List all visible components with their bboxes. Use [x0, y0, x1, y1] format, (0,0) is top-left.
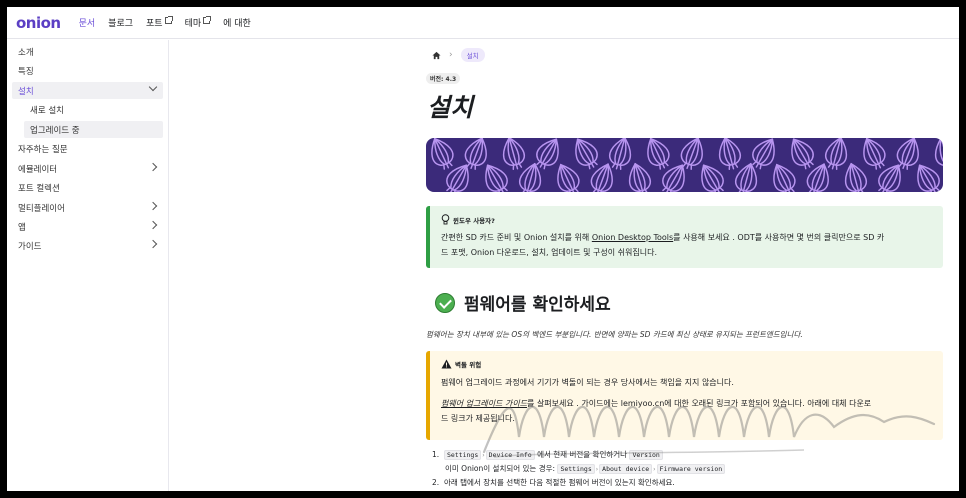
onion-pattern-image	[431, 138, 943, 192]
warning-heading: 벽돌 위험	[441, 359, 481, 369]
page-title: 설치	[427, 93, 474, 122]
firmware-upgrade-guide-link[interactable]: 펌웨어 업그레이드 가이드	[441, 399, 527, 408]
version-badge: 버전: 4.3	[426, 73, 461, 84]
onion-pattern-banner	[426, 138, 943, 192]
onion-icon	[431, 138, 454, 170]
nav-link-docs[interactable]: 문서	[79, 16, 96, 29]
warning-admonition: 벽돌 위험 펌웨어 업그레이드 과정에서 기기가 벽돌이 되는 경우 당사에서는…	[426, 351, 943, 440]
nav-link-themes[interactable]: 테마	[185, 16, 212, 29]
onion-icon	[917, 164, 940, 192]
onion-icon	[557, 163, 580, 192]
onion-icon	[791, 138, 814, 170]
sidebar-item-faq[interactable]: 자주하는 질문	[12, 140, 163, 157]
tip-admonition: 윈도우 사용자? 간편한 SD 카드 준비 및 Onion 설치를 위해 Oni…	[426, 206, 943, 268]
onion-icon	[502, 138, 526, 171]
section-heading: 펌웨어를 확인하세요	[435, 290, 611, 315]
onion-icon	[608, 138, 632, 171]
chevron-right-icon[interactable]	[148, 162, 158, 172]
sidebar-item-installation[interactable]: 설치	[12, 82, 163, 99]
chevron-right-icon[interactable]	[148, 201, 158, 211]
sidebar: 소개 특징 설치 새로 설치 업그레이드 중 자주하는 질문 에뮬레이터 포트 …	[7, 40, 169, 491]
steps-list: 1. Settings › Device Info 에서 현재 버전을 확인하거나 …	[432, 448, 942, 489]
breadcrumb-current: 설치	[460, 48, 485, 62]
tip-heading: 윈도우 사용자?	[441, 214, 495, 225]
check-mark-icon	[435, 292, 455, 313]
onion-icon	[575, 138, 598, 170]
sidebar-item-intro[interactable]: 소개	[12, 43, 163, 60]
breadcrumb: › 설치	[426, 48, 485, 62]
chevron-down-icon[interactable]	[148, 82, 158, 92]
onion-icon	[844, 162, 868, 192]
lightbulb-icon	[441, 214, 450, 225]
onion-icon	[701, 164, 724, 192]
onion-icon	[647, 138, 670, 170]
nav-link-blog[interactable]: 블로그	[108, 16, 133, 29]
site-logo[interactable]: onion	[16, 14, 61, 32]
list-item: 1. Settings › Device Info 에서 현재 버전을 확인하거나 …	[432, 448, 942, 462]
breadcrumb-separator: ›	[449, 50, 453, 60]
sidebar-item-ports[interactable]: 포트 컬렉션	[12, 179, 163, 196]
onion-desktop-tools-link[interactable]: Onion Desktop Tools	[592, 233, 673, 242]
sidebar-item-multiplayer[interactable]: 멀티플레이어	[12, 199, 163, 216]
list-item-continuation: 이미 Onion이 설치되어 있는 경우: Settings › About dev…	[432, 462, 942, 476]
chevron-right-icon[interactable]	[148, 220, 158, 230]
sidebar-item-guides[interactable]: 가이드	[12, 237, 163, 254]
external-link-icon	[203, 16, 212, 24]
onion-icon	[718, 138, 742, 171]
warning-triangle-icon	[441, 359, 452, 369]
app-window: onion 문서 블로그 포트 테마 에 대한 소개 특징 설치 새로 설치 업…	[7, 7, 959, 491]
sidebar-item-upgrading[interactable]: 업그레이드 중	[24, 121, 163, 138]
external-link-icon	[164, 16, 173, 24]
navbar: onion 문서 블로그 포트 테마 에 대한	[7, 7, 959, 39]
onion-icon	[934, 138, 943, 166]
sidebar-item-fresh-install[interactable]: 새로 설치	[24, 101, 163, 118]
tip-body: 간편한 SD 카드 준비 및 Onion 설치를 위해 Onion Deskto…	[441, 233, 885, 257]
sidebar-item-emulators[interactable]: 에뮬레이터	[12, 160, 163, 177]
onion-icon	[773, 163, 796, 192]
onion-icon	[485, 164, 508, 192]
list-item: 2. 아래 탭에서 장치를 선택한 다음 적절한 펌웨어 버전이 있는지 확인하…	[432, 478, 675, 487]
sidebar-item-apps[interactable]: 앱	[12, 218, 163, 235]
onion-icon	[628, 162, 652, 192]
warning-body: 펌웨어 업그레이드 과정에서 기기가 벽돌이 되는 경우 당사에서는 책임을 지…	[441, 378, 872, 423]
home-icon[interactable]	[432, 51, 441, 60]
onion-icon	[863, 138, 886, 170]
chevron-right-icon[interactable]	[148, 239, 158, 249]
onion-icon	[824, 138, 848, 171]
section-lead: 펌웨어는 장치 내부에 있는 OS의 백엔드 부분입니다. 반면에 양파는 SD…	[426, 330, 803, 339]
nav-link-about[interactable]: 에 대한	[223, 16, 251, 29]
sidebar-item-features[interactable]: 특징	[12, 62, 163, 79]
nav-link-ports[interactable]: 포트	[146, 16, 173, 29]
